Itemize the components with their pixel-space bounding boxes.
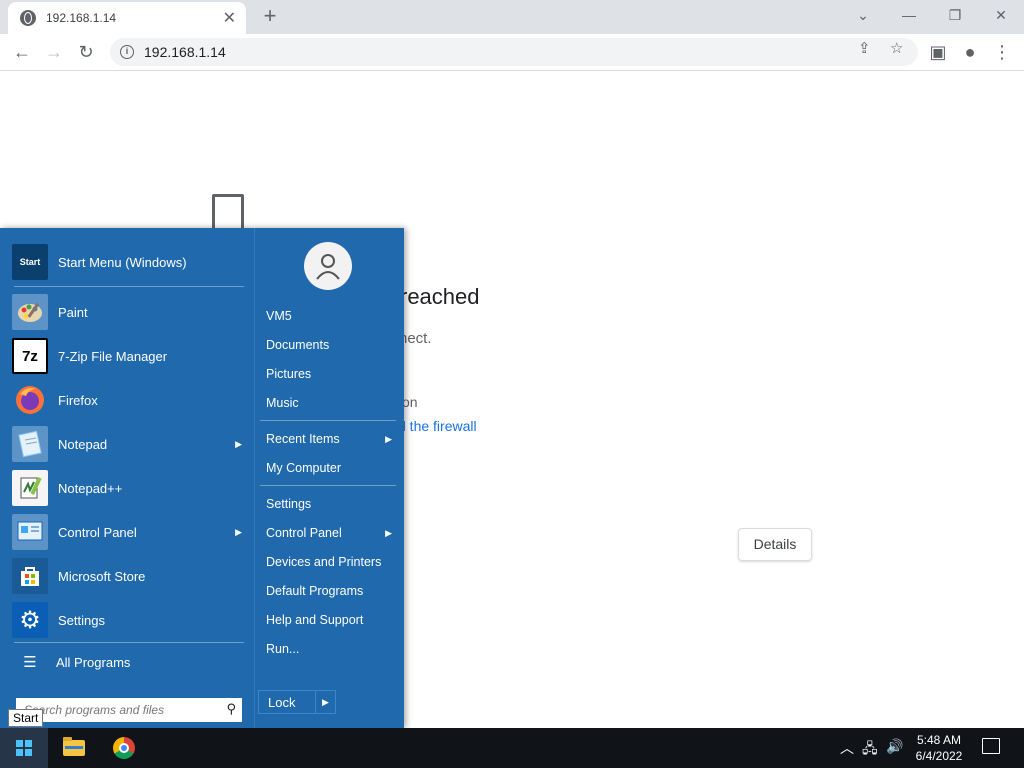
firefox-icon <box>12 382 48 418</box>
browser-toolbar: ← → ↻ i 192.168.1.14 ⇪ ☆ ▣ ● ⋮ <box>0 34 1024 71</box>
notification-icon[interactable] <box>982 738 1000 754</box>
lock-options-arrow-icon[interactable]: ▶ <box>315 691 335 713</box>
clock[interactable]: 5:48 AM 6/4/2022 <box>908 732 970 764</box>
start-menu: Start Start Menu (Windows) Paint 7z 7-Zi… <box>0 228 404 728</box>
user-folder-link[interactable]: VM5 <box>260 303 398 329</box>
info-icon[interactable]: i <box>120 45 134 59</box>
reload-icon[interactable]: ↻ <box>72 38 100 66</box>
pinned-control-panel[interactable]: Control Panel ▶ <box>12 510 246 554</box>
7zip-icon: 7z <box>12 338 48 374</box>
taskbar: ︿ 🖧 🔊 5:48 AM 6/4/2022 <box>0 728 1024 768</box>
details-button[interactable]: Details <box>738 528 812 561</box>
volume-icon[interactable]: 🔊 <box>886 738 903 755</box>
start-menu-icon: Start <box>12 244 48 280</box>
pinned-notepad[interactable]: Notepad ▶ <box>12 422 246 466</box>
network-icon[interactable]: 🖧 <box>862 738 878 762</box>
new-tab-button[interactable]: + <box>258 4 282 28</box>
start-button[interactable] <box>0 728 48 768</box>
list-icon: ☰ <box>23 654 37 671</box>
chevron-up-icon[interactable]: ︿ <box>840 738 854 758</box>
search-input[interactable] <box>24 703 220 717</box>
url-text[interactable]: 192.168.1.14 <box>144 44 226 60</box>
recent-items-link[interactable]: Recent Items ▶ <box>260 426 398 452</box>
submenu-arrow-icon: ▶ <box>385 527 392 538</box>
chrome-taskbar-button[interactable] <box>102 728 146 768</box>
start-menu-programs: Start Start Menu (Windows) Paint 7z 7-Zi… <box>8 236 246 722</box>
settings-link[interactable]: Settings <box>260 491 398 517</box>
clock-date: 6/4/2022 <box>915 749 963 763</box>
my-computer-link[interactable]: My Computer <box>260 455 398 481</box>
chrome-icon <box>113 737 135 759</box>
control-panel-icon <box>12 514 48 550</box>
submenu-arrow-icon: ▶ <box>385 433 392 444</box>
notepadpp-icon <box>12 470 48 506</box>
submenu-arrow-icon: ▶ <box>235 526 242 537</box>
pinned-firefox[interactable]: Firefox <box>12 378 246 422</box>
devices-printers-link[interactable]: Devices and Printers <box>260 549 398 575</box>
tab-title: 192.168.1.14 <box>46 11 117 25</box>
pictures-link[interactable]: Pictures <box>260 361 398 387</box>
file-explorer-taskbar-button[interactable] <box>52 728 96 768</box>
music-link[interactable]: Music <box>260 390 398 416</box>
user-avatar[interactable] <box>304 242 352 290</box>
separator <box>14 286 244 287</box>
search-box[interactable]: ⚲ <box>16 698 242 722</box>
separator <box>260 485 396 486</box>
separator <box>14 642 244 643</box>
maximize-icon[interactable]: ❐ <box>940 4 970 26</box>
sad-file-icon <box>212 194 244 232</box>
lock-button[interactable]: Lock ▶ <box>258 690 336 714</box>
help-support-link[interactable]: Help and Support <box>260 607 398 633</box>
control-panel-link[interactable]: Control Panel ▶ <box>260 520 398 546</box>
submenu-arrow-icon: ▶ <box>235 438 242 449</box>
pinned-7zip[interactable]: 7z 7-Zip File Manager <box>12 334 246 378</box>
forward-icon[interactable]: → <box>40 38 68 66</box>
close-icon[interactable]: ✕ <box>223 8 236 28</box>
profile-icon[interactable]: ● <box>956 38 984 66</box>
store-icon <box>12 558 48 594</box>
pinned-settings[interactable]: ⚙ Settings <box>12 598 246 642</box>
all-programs-button[interactable]: ☰ All Programs <box>12 648 246 676</box>
menu-icon[interactable]: ⋮ <box>988 38 1016 66</box>
documents-link[interactable]: Documents <box>260 332 398 358</box>
address-bar[interactable]: i 192.168.1.14 <box>110 38 918 66</box>
search-icon[interactable]: ⚲ <box>226 701 236 717</box>
pinned-microsoft-store[interactable]: Microsoft Store <box>12 554 246 598</box>
windows-logo-icon <box>16 740 32 756</box>
default-programs-link[interactable]: Default Programs <box>260 578 398 604</box>
sidepanel-icon[interactable]: ▣ <box>924 38 952 66</box>
clock-time: 5:48 AM <box>916 733 962 747</box>
run-link[interactable]: Run... <box>260 636 398 662</box>
browser-tab[interactable]: 192.168.1.14 ✕ <box>8 2 246 34</box>
start-menu-divider <box>254 228 255 728</box>
globe-icon <box>20 10 36 26</box>
pinned-paint[interactable]: Paint <box>12 290 246 334</box>
start-menu-places: VM5 Documents Pictures Music Recent Item… <box>258 228 404 728</box>
window-close-icon[interactable]: ✕ <box>986 4 1016 26</box>
back-icon[interactable]: ← <box>8 38 36 66</box>
pinned-notepadpp[interactable]: Notepad++ <box>12 466 246 510</box>
browser-tabstrip: 192.168.1.14 ✕ + ⌄ — ❐ ✕ <box>0 0 1024 34</box>
share-icon[interactable]: ⇪ <box>858 39 871 57</box>
notepad-icon <box>12 426 48 462</box>
settings-icon: ⚙ <box>12 602 48 638</box>
file-explorer-icon <box>63 737 85 756</box>
start-tooltip: Start <box>8 709 44 727</box>
minimize-icon[interactable]: — <box>894 4 924 26</box>
paint-icon <box>12 294 48 330</box>
star-icon[interactable]: ☆ <box>890 39 903 57</box>
tab-search-icon[interactable]: ⌄ <box>848 4 878 26</box>
separator <box>260 420 396 421</box>
pinned-start-menu-windows[interactable]: Start Start Menu (Windows) <box>12 240 246 284</box>
